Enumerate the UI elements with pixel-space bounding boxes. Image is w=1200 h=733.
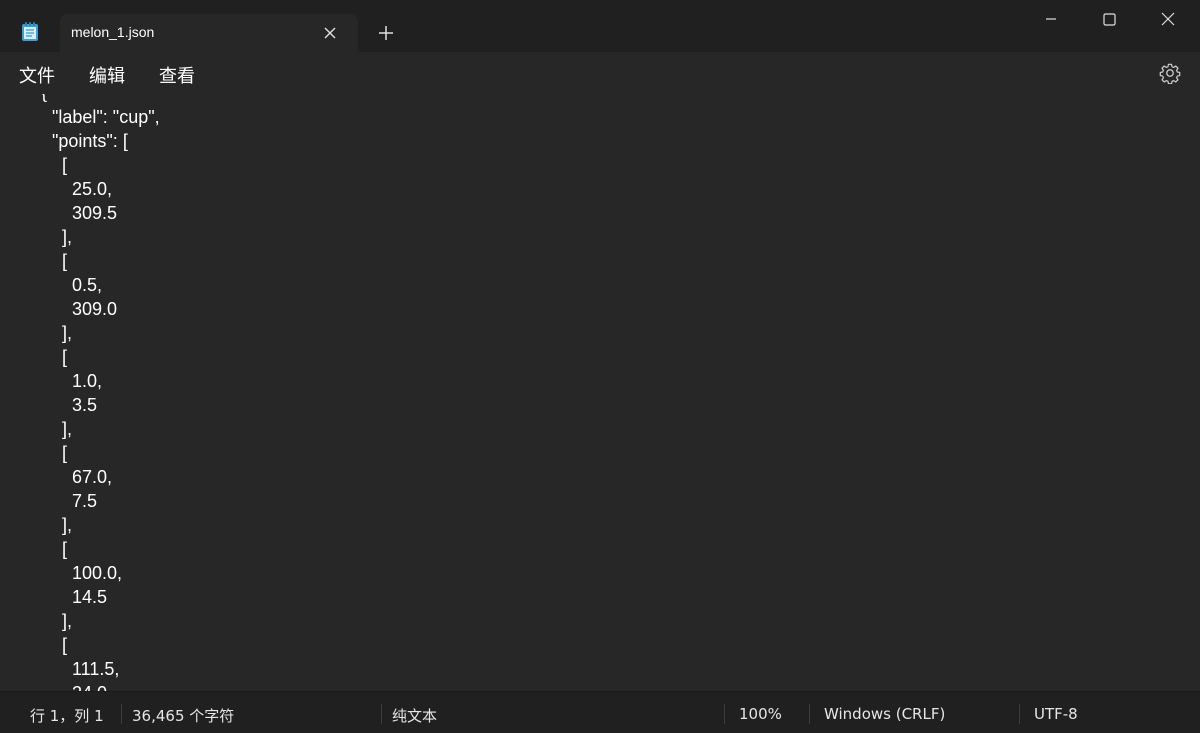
menu-file[interactable]: 文件: [19, 62, 55, 88]
status-divider: [809, 704, 810, 724]
status-zoom[interactable]: 100%: [739, 705, 782, 723]
code-line: [: [62, 539, 68, 559]
code-line: ],: [62, 419, 73, 439]
code-line: "points": [: [52, 131, 128, 151]
minimize-icon[interactable]: [1040, 8, 1062, 30]
menu-bar: 文件 编辑 查看: [0, 52, 1200, 94]
plus-icon[interactable]: [377, 24, 395, 42]
gear-icon[interactable]: [1159, 62, 1181, 84]
code-line: 14.5: [72, 587, 108, 607]
code-line: 309.5: [72, 203, 118, 223]
status-divider: [381, 704, 382, 724]
menu-edit[interactable]: 编辑: [89, 62, 125, 88]
status-divider: [724, 704, 725, 724]
code-line: ],: [62, 323, 73, 343]
status-divider: [1019, 704, 1020, 724]
code-line: 100.0,: [72, 563, 123, 583]
code-line: 24.0: [72, 681, 107, 691]
code-line: [: [62, 251, 68, 271]
code-line: 1.0,: [72, 371, 103, 391]
code-line: [: [62, 155, 68, 175]
status-divider: [121, 704, 122, 724]
status-format: 纯文本: [392, 707, 438, 725]
status-encoding: UTF-8: [1034, 705, 1078, 723]
code-line: 3.5: [72, 395, 98, 415]
code-line: {: [41, 94, 47, 104]
notepad-window: melon_1.json 文件 编辑 查看 "label": "cup", "p…: [0, 0, 1200, 733]
menu-view[interactable]: 查看: [159, 62, 195, 88]
text-editor[interactable]: { "label": "cup", "points": [ [ 25.0, 30…: [0, 94, 1200, 691]
tab-title: melon_1.json: [71, 24, 155, 40]
code-line: 25.0,: [72, 179, 113, 199]
code-line: 67.0,: [72, 467, 113, 487]
title-bar: melon_1.json: [0, 0, 1200, 52]
code-line: ],: [62, 611, 73, 631]
status-line-ending: Windows (CRLF): [824, 705, 946, 723]
code-line: [: [62, 443, 68, 463]
notepad-icon: [22, 22, 38, 41]
code-line: [: [62, 635, 68, 655]
code-line: [: [62, 347, 68, 367]
close-window-icon[interactable]: [1157, 8, 1179, 30]
code-line: ],: [62, 227, 73, 247]
code-line: 0.5,: [72, 275, 103, 295]
tab-melon-json[interactable]: melon_1.json: [60, 14, 358, 52]
code-line: 309.0: [72, 299, 118, 319]
code-line: ],: [62, 515, 73, 535]
code-line: 7.5: [72, 491, 98, 511]
code-line: 111.5,: [72, 659, 120, 679]
maximize-icon[interactable]: [1098, 8, 1120, 30]
status-cursor-position: 行 1，列 1: [30, 707, 104, 725]
code-line: "label": "cup",: [52, 107, 160, 127]
status-char-count: 36,465 个字符: [132, 707, 235, 725]
status-bar: 行 1，列 1 36,465 个字符 纯文本 100% Windows (CRL…: [0, 691, 1200, 733]
close-tab-icon[interactable]: [322, 25, 338, 41]
